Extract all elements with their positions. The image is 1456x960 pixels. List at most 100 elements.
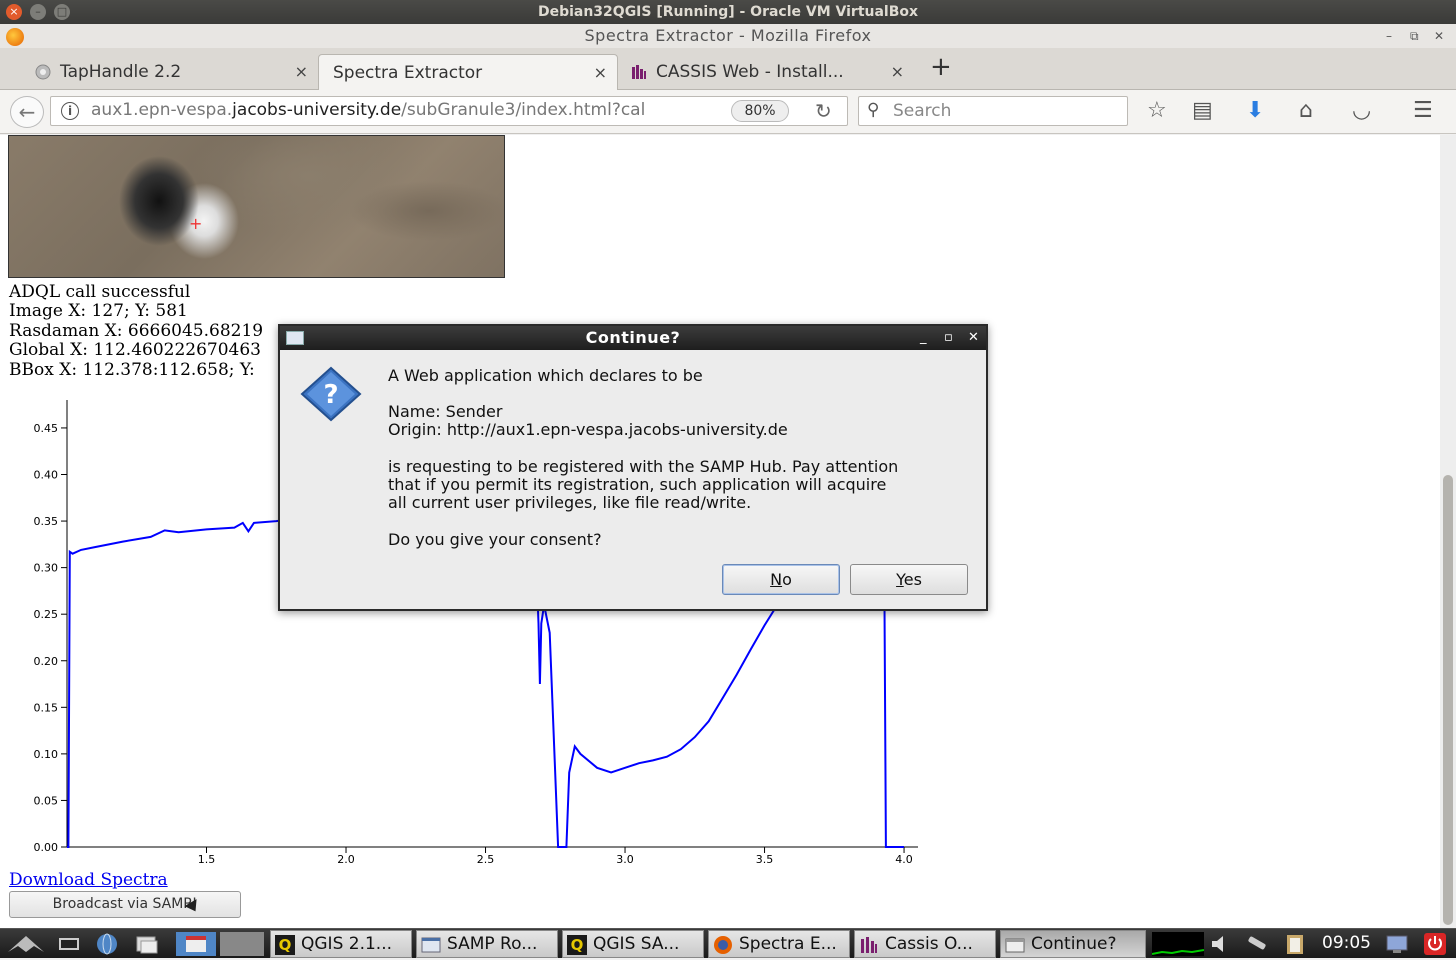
workspace-switcher[interactable] [220,932,264,956]
qgis-icon: Q [275,935,295,955]
volume-icon[interactable] [1208,932,1234,956]
question-icon: ? [300,366,362,422]
clipboard-icon[interactable] [1282,932,1308,956]
taskbar-samp-router[interactable]: SAMP Ro... [416,930,558,958]
y-tick-label: 0.30 [34,562,59,575]
y-tick-label: 0.15 [34,701,59,714]
reading-list-icon[interactable]: ▤ [1192,98,1213,123]
window-minimize-icon[interactable]: – [1386,24,1392,48]
task-label: SAMP Ro... [447,934,538,954]
dialog-close-icon[interactable]: ✕ [968,326,979,350]
new-tab-button[interactable]: + [930,52,952,82]
taskbar-qgis-samp[interactable]: Q QGIS SA... [562,930,704,958]
no-label-rest: o [782,570,792,589]
home-icon[interactable]: ⌂ [1299,98,1313,123]
x-tick-label: 3.0 [616,853,634,866]
reload-icon[interactable]: ↻ [815,99,832,123]
no-button[interactable]: No [722,564,840,595]
hamburger-menu-icon[interactable]: ☰ [1413,98,1433,123]
dialog-app-icon [286,331,304,345]
y-tick-label: 0.45 [34,422,59,435]
dialog-warning-3: all current user privileges, like file r… [388,493,752,512]
task-label: QGIS SA... [593,934,680,954]
yes-mnemonic: Y [896,570,904,589]
vbox-minimize-button[interactable]: – [30,4,46,20]
site-info-icon[interactable]: i [61,102,79,120]
back-button[interactable]: ← [10,96,44,128]
x-tick-label: 4.0 [895,853,913,866]
samp-consent-dialog: Continue? _ ▫ ✕ ? A Web application whic… [278,324,988,611]
vbox-title: Debian32QGIS [Running] - Oracle VM Virtu… [537,4,919,20]
dialog-maximize-icon[interactable]: ▫ [944,326,953,350]
cassis-favicon-icon [632,65,646,79]
window-close-icon[interactable]: ✕ [1434,24,1444,48]
adql-status: ADQL call successful [9,282,191,302]
tab-close-icon[interactable]: × [594,58,607,88]
map-thumbnail[interactable]: + [8,135,505,278]
tab-strip: TapHandle 2.2 × Spectra Extractor × CASS… [0,48,1456,90]
bbox-coordinates: BBox X: 112.378:112.658; Y: [9,360,255,380]
dialog-origin: Origin: http://aux1.epn-vespa.jacobs-uni… [388,420,788,439]
power-icon[interactable] [1422,932,1448,956]
svg-text:Q: Q [279,936,292,954]
url-bar[interactable]: i aux1.epn-vespa.jacobs-university.de/su… [50,96,848,126]
terminal-icon[interactable] [56,932,82,956]
taskbar-qgis-1[interactable]: Q QGIS 2.1... [270,930,412,958]
broadcast-samp-button[interactable]: Broadcast via SAMP! [9,891,241,918]
task-label: Spectra E... [739,934,837,954]
file-manager-icon[interactable] [134,932,160,956]
tab-close-icon[interactable]: × [295,57,308,87]
download-spectra-link[interactable]: Download Spectra [9,870,168,890]
cpu-monitor-graph [1151,932,1205,956]
taskbar: Q QGIS 2.1... SAMP Ro... Q QGIS SA... Sp… [0,928,1456,958]
zoom-level-badge[interactable]: 80% [731,100,789,122]
window-icon [1005,938,1025,953]
taskbar-spectra-firefox[interactable]: Spectra E... [708,930,850,958]
network-cable-icon[interactable] [1244,932,1270,956]
dialog-minimize-icon[interactable]: _ [920,326,927,350]
y-tick-label: 0.25 [34,608,59,621]
tab-cassis-web[interactable]: CASSIS Web - Install... × [624,54,914,90]
search-input: Search [893,101,952,121]
vbox-close-button[interactable]: × [6,4,22,20]
show-desktop-icon[interactable] [176,932,216,956]
bookmark-star-icon[interactable]: ☆ [1147,98,1167,123]
dialog-titlebar[interactable]: Continue? [280,326,986,350]
crosshair-marker-icon: + [189,214,203,233]
qgis-icon: Q [567,935,587,955]
page-scrollbar[interactable] [1440,135,1456,928]
image-coordinates: Image X: 127; Y: 581 [9,301,188,321]
url-host: jacobs-university.de [232,100,402,120]
clock: 09:05 [1322,933,1371,953]
y-tick-label: 0.40 [34,469,59,482]
rasdaman-coordinates: Rasdaman X: 6666045.68219 [9,321,264,341]
tab-spectra-extractor[interactable]: Spectra Extractor × [318,54,618,90]
download-arrow-icon[interactable]: ⬇ [1246,98,1264,123]
window-icon [421,937,441,953]
tab-close-icon[interactable]: × [891,57,904,87]
tab-taphandle[interactable]: TapHandle 2.2 × [28,54,318,90]
yes-button[interactable]: Yes [850,564,968,595]
taskbar-continue-dialog[interactable]: Continue? [1000,930,1146,958]
search-bar[interactable]: ⚲ Search [858,96,1128,126]
no-mnemonic: N [770,570,783,589]
dialog-name: Name: Sender [388,402,503,421]
url-prefix: aux1.epn-vespa. [91,100,233,120]
x-tick-label: 3.5 [756,853,774,866]
y-tick-label: 0.00 [34,841,59,854]
taskbar-cassis[interactable]: Cassis O... [854,930,996,958]
scrollbar-thumb[interactable] [1443,475,1453,925]
start-menu-icon[interactable] [6,932,46,956]
task-label: QGIS 2.1... [301,934,393,954]
window-restore-icon[interactable]: ⧉ [1410,24,1419,48]
firefox-icon [714,936,732,954]
pocket-icon[interactable]: ◡ [1352,98,1371,123]
vbox-maximize-button[interactable]: □ [54,4,70,20]
network-globe-icon[interactable] [94,932,120,956]
firefox-logo-icon [6,28,24,46]
firefox-titlebar: Spectra Extractor - Mozilla Firefox [0,24,1456,48]
x-tick-label: 1.5 [198,853,216,866]
lock-screen-icon[interactable] [1384,932,1410,956]
svg-text:?: ? [323,380,338,410]
dialog-warning-1: is requesting to be registered with the … [388,457,899,476]
